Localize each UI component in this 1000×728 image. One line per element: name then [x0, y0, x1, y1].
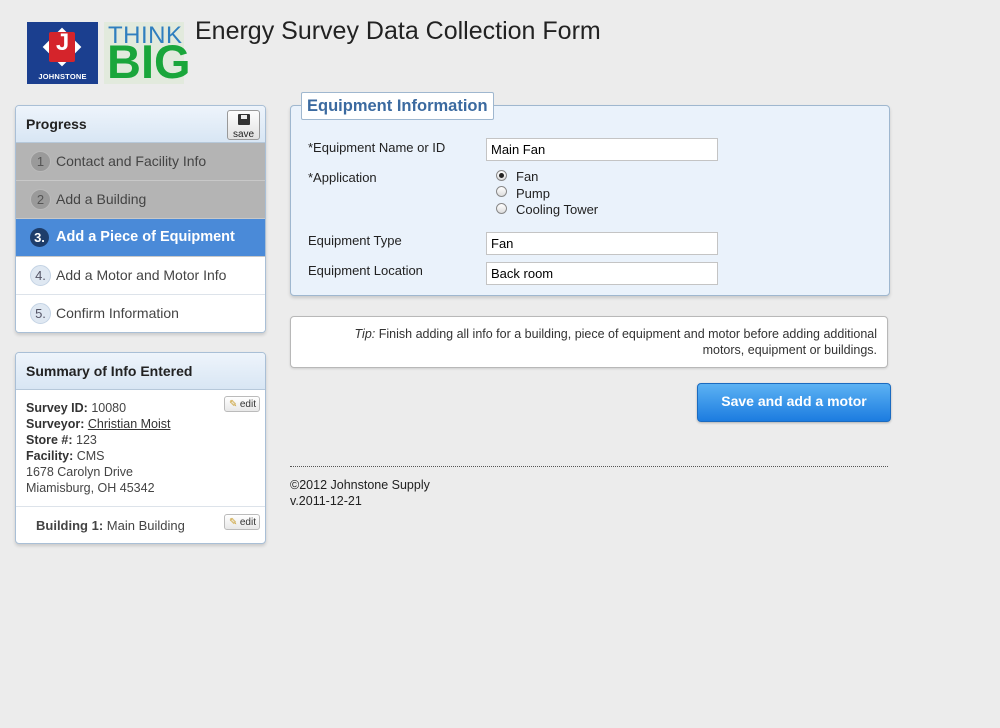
step-label: Contact and Facility Info	[56, 153, 207, 169]
equipment-type-input[interactable]	[486, 232, 718, 255]
building-value: Main Building	[106, 518, 185, 533]
edit-button-label: edit	[239, 517, 256, 528]
store-row: Store #: 123	[26, 432, 255, 448]
logo-big-text: BIG	[107, 35, 191, 88]
progress-step-add-building[interactable]: 2 Add a Building	[16, 181, 265, 219]
building-summary-row: Building 1: Main Building ✎ edit	[16, 506, 265, 543]
equipment-name-label: *Equipment Name or ID	[308, 140, 446, 155]
footer-version: v.2011-12-21	[290, 494, 362, 508]
application-label: *Application	[308, 170, 377, 185]
tip-box: Tip: Finish adding all info for a buildi…	[290, 316, 888, 368]
surveyor-link[interactable]: Christian Moist	[88, 417, 171, 431]
step-number: 3.	[30, 228, 49, 247]
facility-label: Facility:	[26, 449, 74, 463]
footer-divider	[290, 466, 888, 467]
store-value: 123	[76, 433, 97, 447]
summary-title: Summary of Info Entered	[26, 363, 193, 379]
step-label: Confirm Information	[56, 305, 179, 321]
floppy-disk-icon	[237, 114, 250, 125]
progress-step-confirm[interactable]: 5. Confirm Information	[16, 295, 265, 332]
footer-copyright: ©2012 Johnstone Supply	[290, 478, 430, 492]
progress-panel: Progress save 1 Contact and Facility Inf…	[15, 105, 266, 333]
step-number: 1	[30, 151, 51, 172]
address-line-1: 1678 Carolyn Drive	[26, 465, 133, 479]
survey-id-label: Survey ID:	[26, 401, 88, 415]
logo-letter: J	[55, 29, 70, 56]
survey-id-row: Survey ID: 10080	[26, 400, 255, 416]
progress-title: Progress	[26, 116, 87, 132]
equipment-location-input[interactable]	[486, 262, 718, 285]
application-option-cooling-tower: Cooling Tower	[516, 202, 599, 217]
equipment-location-label: Equipment Location	[308, 263, 423, 278]
edit-button-label: edit	[239, 399, 256, 410]
step-label: Add a Piece of Equipment	[56, 229, 235, 245]
step-number: 4.	[30, 265, 51, 286]
save-button-label: save	[232, 129, 255, 140]
facility-row: Facility: CMS	[26, 448, 255, 464]
pencil-icon: ✎	[229, 399, 238, 410]
progress-step-add-motor[interactable]: 4. Add a Motor and Motor Info	[16, 257, 265, 295]
tip-prefix: Tip:	[354, 327, 376, 341]
application-option-pump: Pump	[516, 186, 550, 201]
edit-survey-button[interactable]: ✎ edit	[224, 396, 260, 412]
equipment-information-legend: Equipment Information	[301, 92, 494, 120]
facility-value: CMS	[76, 449, 105, 463]
address-line-2: Miamisburg, OH 45342	[26, 481, 155, 495]
step-label: Add a Motor and Motor Info	[56, 267, 227, 283]
edit-building-button[interactable]: ✎ edit	[224, 514, 260, 530]
step-number: 5.	[30, 303, 51, 324]
building-summary: Building 1: Main Building	[36, 507, 185, 543]
pencil-icon: ✎	[229, 517, 238, 528]
progress-step-add-equipment[interactable]: 3. Add a Piece of Equipment	[16, 219, 265, 257]
application-radio-cooling-tower[interactable]	[496, 203, 507, 214]
page-title: Energy Survey Data Collection Form	[195, 17, 601, 45]
step-label: Add a Building	[56, 191, 147, 207]
application-option-fan: Fan	[516, 169, 539, 184]
application-radio-fan[interactable]	[496, 170, 507, 181]
surveyor-row: Surveyor: Christian Moist	[26, 416, 255, 432]
application-radio-pump[interactable]	[496, 186, 507, 197]
think-big-logo: THINK BIG	[104, 22, 191, 85]
save-and-add-motor-button[interactable]: Save and add a motor	[697, 383, 891, 422]
summary-details: ✎ edit Survey ID: 10080 Surveyor: Christ…	[16, 390, 265, 496]
johnstone-logo: J JOHNSTONE	[27, 22, 98, 84]
save-button[interactable]: save	[227, 110, 260, 140]
footer: ©2012 Johnstone Supply v.2011-12-21	[290, 477, 430, 509]
progress-step-contact-facility[interactable]: 1 Contact and Facility Info	[16, 143, 265, 181]
progress-header: Progress save	[16, 106, 265, 143]
building-label: Building 1:	[36, 518, 104, 533]
logo-brand-text: JOHNSTONE	[38, 72, 87, 81]
summary-panel: Summary of Info Entered ✎ edit Survey ID…	[15, 352, 266, 544]
step-number: 2	[30, 189, 51, 210]
equipment-name-input[interactable]	[486, 138, 718, 161]
summary-header: Summary of Info Entered	[16, 353, 265, 390]
tip-text: Finish adding all info for a building, p…	[378, 327, 877, 357]
survey-id-value: 10080	[91, 401, 127, 415]
store-label: Store #:	[26, 433, 73, 447]
surveyor-label: Surveyor:	[26, 417, 85, 431]
equipment-type-label: Equipment Type	[308, 233, 402, 248]
